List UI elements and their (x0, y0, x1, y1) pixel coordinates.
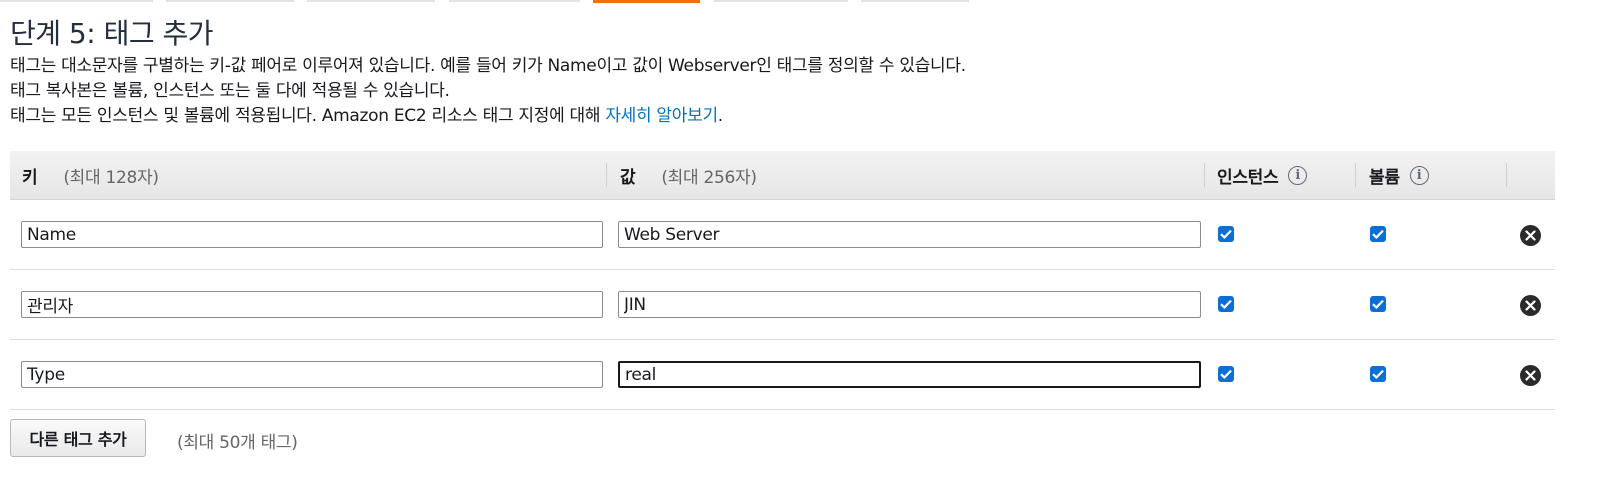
header-key-label: 키 (22, 167, 38, 188)
max-tags-hint: (최대 50개 태그) (177, 433, 298, 453)
close-icon (1525, 230, 1536, 241)
tag-key-input[interactable] (21, 291, 603, 318)
description-line-3-text: 태그는 모든 인스턴스 및 볼륨에 적용됩니다. Amazon EC2 리소스 … (10, 106, 606, 126)
wizard-step-3[interactable] (307, 0, 435, 2)
header-value-hint: (최대 256자) (661, 167, 757, 188)
header-key: 키 (최대 128자) (22, 151, 159, 199)
volumes-checkbox[interactable] (1370, 226, 1386, 242)
remove-tag-button[interactable] (1520, 295, 1541, 316)
header-volumes: 볼륨 i (1369, 151, 1429, 199)
remove-tag-button[interactable] (1520, 365, 1541, 386)
description-line-2: 태그 복사본은 볼륨, 인스턴스 또는 둘 다에 적용될 수 있습니다. (10, 81, 450, 101)
wizard-step-7[interactable] (861, 0, 969, 2)
column-divider (606, 163, 607, 187)
wizard-steps-bar (0, 0, 1624, 3)
description-period: . (717, 106, 723, 126)
instances-checkbox[interactable] (1218, 296, 1234, 312)
add-another-tag-button[interactable]: 다른 태그 추가 (10, 419, 146, 457)
wizard-step-4[interactable] (449, 0, 580, 2)
column-divider (1204, 163, 1205, 187)
wizard-step-6[interactable] (714, 0, 848, 2)
column-divider (1355, 163, 1356, 187)
learn-more-link[interactable]: 자세히 알아보기 (605, 106, 718, 126)
table-row (10, 340, 1555, 410)
checkmark-icon (1372, 299, 1384, 309)
table-row (10, 270, 1555, 340)
table-header: 키 (최대 128자) 값 (최대 256자) 인스턴스 i 볼륨 i (10, 151, 1555, 200)
instances-checkbox[interactable] (1218, 226, 1234, 242)
header-value: 값 (최대 256자) (620, 151, 757, 199)
checkmark-icon (1220, 299, 1232, 309)
table-row (10, 200, 1555, 270)
close-icon (1525, 300, 1536, 311)
header-key-hint: (최대 128자) (63, 167, 159, 188)
remove-tag-button[interactable] (1520, 225, 1541, 246)
header-value-label: 값 (620, 167, 636, 188)
wizard-step-2[interactable] (166, 0, 294, 2)
tag-key-input[interactable] (21, 221, 603, 248)
tags-table: 키 (최대 128자) 값 (최대 256자) 인스턴스 i 볼륨 i (10, 151, 1555, 410)
description-line-3: 태그는 모든 인스턴스 및 볼륨에 적용됩니다. Amazon EC2 리소스 … (10, 101, 723, 126)
checkmark-icon (1220, 229, 1232, 239)
description-line-1: 태그는 대소문자를 구별하는 키-값 페어로 이루어져 있습니다. 예를 들어 … (10, 56, 966, 76)
checkmark-icon (1372, 229, 1384, 239)
wizard-step-5-active[interactable] (593, 0, 700, 3)
checkmark-icon (1372, 369, 1384, 379)
tag-value-input-focused[interactable] (618, 361, 1201, 388)
page-title: 단계 5: 태그 추가 (10, 17, 214, 50)
header-volumes-label: 볼륨 (1369, 167, 1400, 188)
info-icon[interactable]: i (1409, 165, 1429, 185)
instances-checkbox[interactable] (1218, 366, 1234, 382)
wizard-step-1[interactable] (0, 0, 153, 2)
header-instances-label: 인스턴스 (1217, 167, 1279, 188)
close-icon (1525, 370, 1536, 381)
volumes-checkbox[interactable] (1370, 296, 1386, 312)
tag-value-input[interactable] (618, 221, 1201, 248)
checkmark-icon (1220, 369, 1232, 379)
volumes-checkbox[interactable] (1370, 366, 1386, 382)
tag-key-input[interactable] (21, 361, 603, 388)
column-divider (1506, 163, 1507, 187)
tag-value-input[interactable] (618, 291, 1201, 318)
header-instances: 인스턴스 i (1217, 151, 1308, 199)
info-icon[interactable]: i (1288, 165, 1308, 185)
